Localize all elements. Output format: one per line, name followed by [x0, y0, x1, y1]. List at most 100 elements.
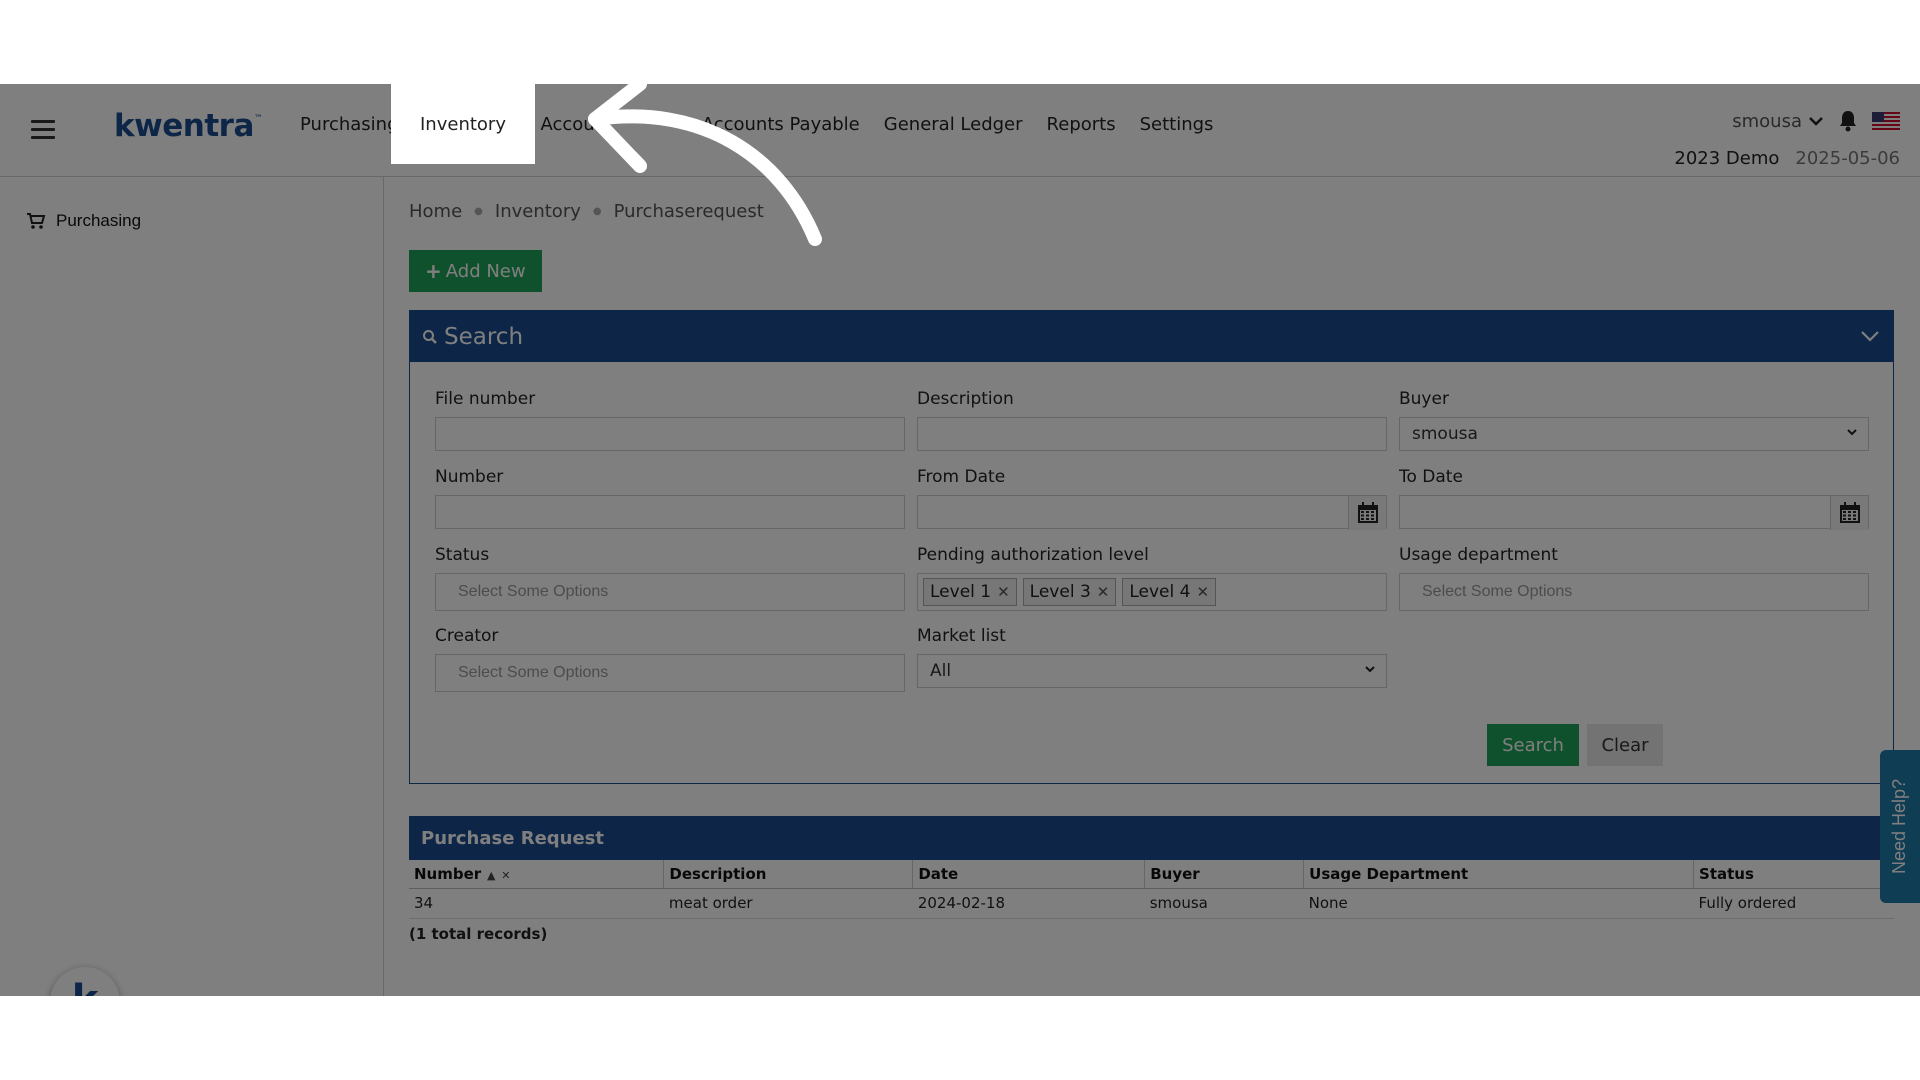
nav-general-ledger[interactable]: General Ledger	[872, 114, 1035, 135]
buyer-field: Buyer smousa	[1399, 389, 1869, 451]
file-number-input[interactable]	[435, 417, 905, 451]
cart-icon	[27, 213, 46, 229]
need-help-label: Need Help?	[1889, 778, 1910, 875]
chevron-down-icon	[1847, 429, 1857, 436]
nav-reports[interactable]: Reports	[1035, 114, 1128, 135]
tag-label: Level 1	[930, 582, 992, 602]
cell-status: Fully ordered	[1693, 888, 1894, 919]
number-label: Number	[435, 467, 504, 487]
search-icon	[423, 329, 437, 344]
cell-usage-department: None	[1303, 888, 1694, 919]
from-date-calendar-button[interactable]	[1348, 496, 1386, 530]
cell-date: 2024-02-18	[912, 888, 1145, 919]
current-date: 2025-05-06	[1795, 148, 1900, 169]
need-help-tab[interactable]: Need Help?	[1880, 750, 1920, 903]
remove-tag-icon[interactable]: ✕	[997, 583, 1010, 601]
nav-accounts-payable[interactable]: Accounts Payable	[607, 114, 872, 135]
creator-label: Creator	[435, 626, 499, 646]
kwentra-assistant-button[interactable]: k 1	[50, 967, 120, 996]
column-usage-department[interactable]: Usage Department	[1303, 860, 1695, 889]
remove-tag-icon[interactable]: ✕	[1097, 583, 1110, 601]
user-name: smousa	[1732, 110, 1802, 132]
search-button[interactable]: Search	[1487, 724, 1579, 766]
app-window: kwentra™ Purchasing Accou Accounts Payab…	[0, 84, 1920, 996]
market-list-field: Market list All	[917, 626, 1387, 688]
sort-asc-icon[interactable]: ▲	[483, 869, 495, 882]
to-date-input[interactable]	[1399, 495, 1869, 530]
search-panel-header[interactable]: Search	[410, 311, 1893, 362]
tag-label: Level 4	[1129, 582, 1191, 602]
nav-settings[interactable]: Settings	[1128, 114, 1226, 135]
description-input[interactable]	[917, 417, 1387, 451]
top-bar: kwentra™ Purchasing Accou Accounts Payab…	[0, 84, 1920, 177]
file-number-field: File number	[435, 389, 905, 451]
file-number-label: File number	[435, 389, 536, 409]
column-description[interactable]: Description	[663, 860, 914, 889]
purchase-request-panel: Purchase Request Number ▲ ✕ Description …	[409, 816, 1894, 943]
nav-inventory[interactable]: Inventory	[420, 114, 506, 135]
number-input[interactable]	[435, 495, 905, 529]
table-header-row: Number ▲ ✕ Description Date Buyer Usage …	[409, 860, 1894, 889]
sidebar-item-label: Purchasing	[56, 211, 142, 230]
pending-auth-label: Pending authorization level	[917, 545, 1149, 565]
buyer-value: smousa	[1412, 424, 1478, 444]
from-date-field: From Date	[917, 467, 1387, 530]
search-panel: Search File number Description Buyer smo…	[409, 310, 1894, 784]
purchase-request-title: Purchase Request	[409, 816, 1894, 860]
company-info: 2023 Demo 2025-05-06	[1674, 148, 1900, 169]
purchase-request-table: Number ▲ ✕ Description Date Buyer Usage …	[409, 860, 1894, 919]
add-new-label: Add New	[445, 260, 526, 282]
buyer-label: Buyer	[1399, 389, 1449, 409]
tutorial-highlight-inventory[interactable]: Inventory	[391, 84, 535, 164]
sidebar-item-purchasing[interactable]: Purchasing	[26, 211, 141, 231]
calendar-icon	[1839, 502, 1860, 523]
column-status[interactable]: Status	[1693, 860, 1894, 889]
creator-multiselect[interactable]: Select Some Options	[435, 654, 905, 692]
market-list-select[interactable]: All	[917, 654, 1387, 688]
column-buyer[interactable]: Buyer	[1144, 860, 1305, 889]
usage-dept-multiselect[interactable]: Select Some Options	[1399, 573, 1869, 611]
description-field: Description	[917, 389, 1387, 451]
to-date-field: To Date	[1399, 467, 1869, 530]
from-date-input[interactable]	[917, 495, 1387, 530]
breadcrumb-home[interactable]: Home	[409, 201, 462, 222]
status-field: Status Select Some Options	[435, 545, 905, 611]
bell-icon[interactable]	[1838, 110, 1858, 132]
us-flag-icon[interactable]	[1872, 112, 1900, 130]
hamburger-menu-icon[interactable]	[31, 120, 55, 139]
breadcrumb-separator: ●	[474, 206, 483, 217]
remove-tag-icon[interactable]: ✕	[1196, 583, 1209, 601]
chevron-down-icon[interactable]	[1859, 325, 1881, 347]
status-label: Status	[435, 545, 490, 565]
chevron-down-icon	[1809, 117, 1823, 126]
table-row[interactable]: 34 meat order 2024-02-18 smousa None Ful…	[409, 888, 1894, 919]
description-label: Description	[917, 389, 1014, 409]
to-date-label: To Date	[1399, 467, 1463, 487]
breadcrumb: Home ● Inventory ● Purchaserequest	[409, 201, 764, 222]
main-content: Home ● Inventory ● Purchaserequest + Add…	[385, 177, 1920, 996]
market-list-label: Market list	[917, 626, 1006, 646]
cell-description: meat order	[663, 888, 913, 919]
clear-sort-icon[interactable]: ✕	[497, 869, 510, 882]
pending-auth-multiselect[interactable]: Level 1 ✕ Level 3 ✕ Level 4 ✕	[917, 573, 1387, 611]
company-name: 2023 Demo	[1674, 148, 1780, 169]
add-new-button[interactable]: + Add New	[409, 250, 542, 292]
number-field: Number	[435, 467, 905, 529]
cell-number: 34	[409, 888, 664, 919]
user-menu[interactable]: smousa	[1732, 111, 1824, 132]
column-date[interactable]: Date	[912, 860, 1146, 889]
cell-buyer: smousa	[1144, 888, 1304, 919]
column-number[interactable]: Number ▲ ✕	[409, 860, 665, 889]
clear-button[interactable]: Clear	[1587, 724, 1663, 766]
breadcrumb-inventory[interactable]: Inventory	[495, 201, 581, 222]
column-label: Number	[414, 864, 482, 883]
kwentra-logo[interactable]: kwentra™	[114, 108, 263, 144]
buyer-select[interactable]: smousa	[1399, 417, 1869, 451]
pending-auth-field: Pending authorization level Level 1 ✕ Lev…	[917, 545, 1387, 611]
tag-label: Level 3	[1029, 582, 1091, 602]
chevron-down-icon	[1365, 666, 1375, 673]
from-date-label: From Date	[917, 467, 1006, 487]
status-multiselect[interactable]: Select Some Options	[435, 573, 905, 611]
user-area: smousa	[1732, 110, 1900, 132]
to-date-calendar-button[interactable]	[1830, 496, 1868, 530]
